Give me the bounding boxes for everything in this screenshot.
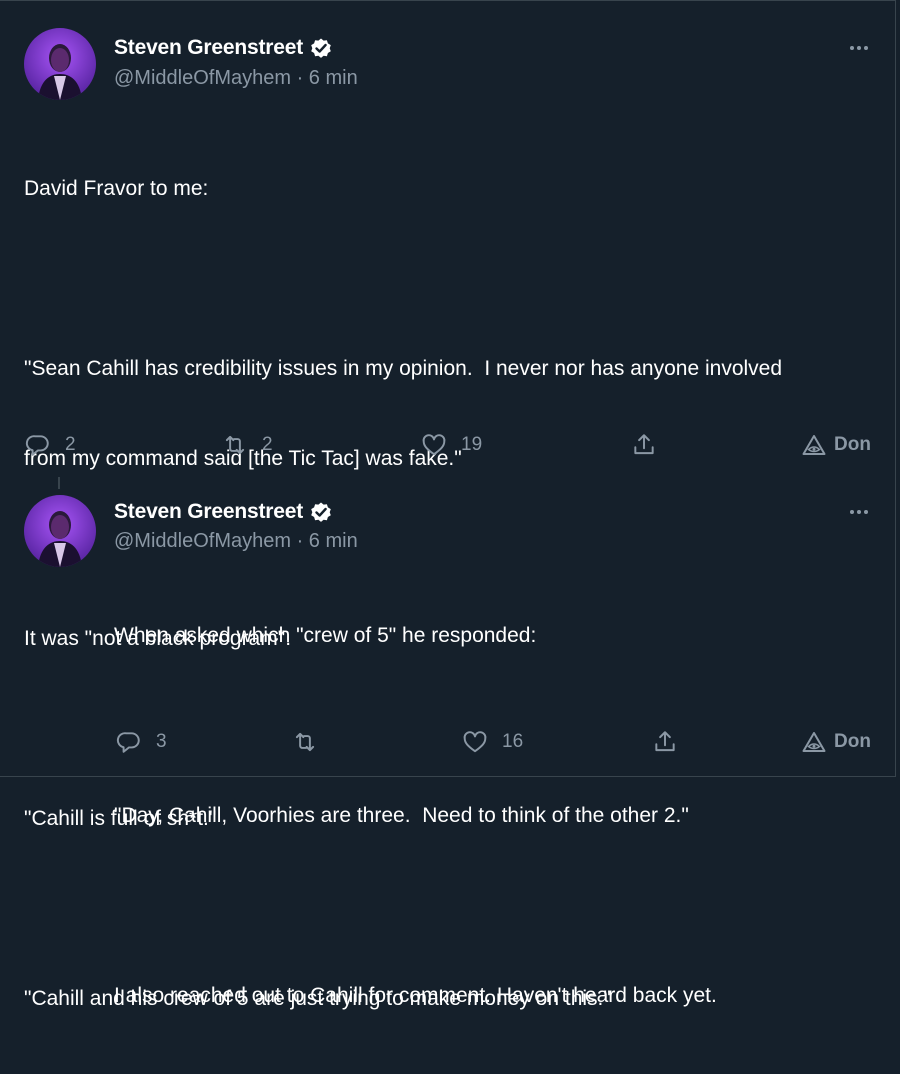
author-name[interactable]: Steven Greenstreet [114, 500, 303, 524]
reply-count: 3 [156, 731, 167, 752]
like-count: 16 [502, 731, 524, 752]
thread-connector [58, 477, 60, 489]
tweet-line: David Fravor to me: [24, 177, 209, 200]
avatar[interactable] [24, 495, 96, 567]
verified-badge-icon [309, 500, 333, 524]
retweet-icon [295, 732, 315, 752]
tweet-line: I also reached out to Cahill for comment… [114, 984, 717, 1007]
tweet-line: from my command said [the Tic Tac] was f… [24, 447, 462, 470]
like-button[interactable]: 19 [421, 432, 482, 458]
tweet-line: When asked which "crew of 5" he responde… [114, 624, 537, 647]
retweet-button[interactable]: 2 [222, 432, 273, 458]
tweet-line [114, 891, 717, 921]
triangle-eye-icon [802, 732, 826, 752]
author-row: Steven Greenstreet [114, 36, 333, 60]
tweet-line [114, 711, 717, 741]
reply-icon [116, 732, 140, 753]
don-button[interactable]: Don [802, 434, 871, 456]
share-icon [655, 731, 675, 752]
verified-badge-icon [309, 36, 333, 60]
tweet-line: "Day, Cahill, Voorhies are three. Need t… [114, 804, 689, 827]
triangle-eye-icon [802, 435, 826, 455]
share-icon [634, 434, 654, 455]
reply-button[interactable]: 3 [116, 729, 167, 755]
more-icon[interactable] [845, 38, 873, 58]
reply-count: 2 [65, 434, 76, 455]
tweet-text: When asked which "crew of 5" he responde… [114, 561, 717, 1071]
don-button[interactable]: Don [802, 731, 871, 753]
author-name[interactable]: Steven Greenstreet [114, 36, 303, 60]
tweet-line: "Sean Cahill has credibility issues in m… [24, 357, 783, 380]
don-label: Don [834, 731, 871, 752]
share-button[interactable] [652, 729, 678, 755]
reply-button[interactable]: 2 [25, 432, 76, 458]
author-handle-time[interactable]: @MiddleOfMayhem · 6 min [114, 67, 358, 90]
like-button[interactable]: 16 [462, 729, 523, 755]
avatar[interactable] [24, 28, 96, 100]
like-count: 19 [461, 434, 483, 455]
tweet-line [24, 264, 782, 294]
author-row: Steven Greenstreet [114, 500, 333, 524]
more-icon[interactable] [845, 502, 873, 522]
author-handle-time[interactable]: @MiddleOfMayhem · 6 min [114, 530, 358, 553]
share-button[interactable] [631, 432, 657, 458]
retweet-button[interactable] [292, 729, 332, 755]
retweet-icon [225, 435, 245, 455]
heart-icon [463, 731, 487, 753]
heart-icon [422, 434, 446, 456]
retweet-count: 2 [262, 434, 273, 455]
reply-icon [25, 435, 49, 456]
don-label: Don [834, 434, 871, 455]
